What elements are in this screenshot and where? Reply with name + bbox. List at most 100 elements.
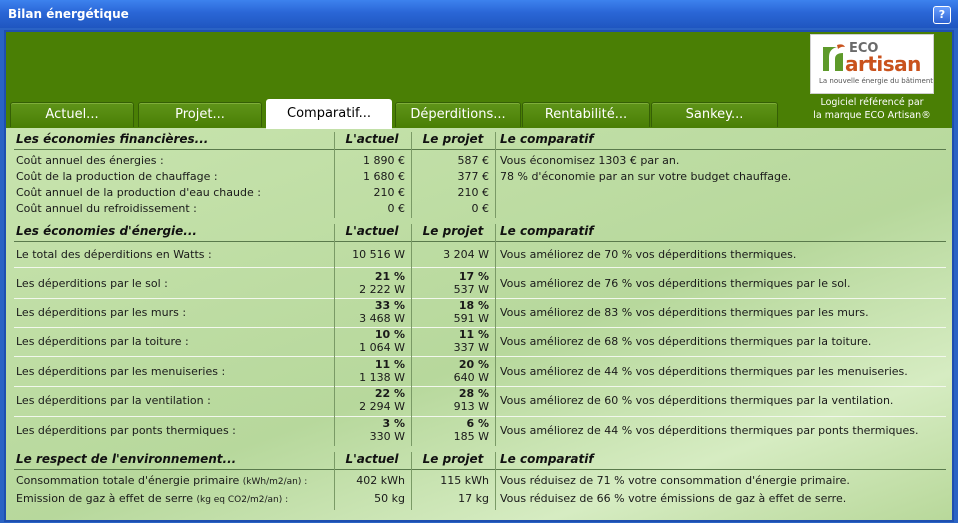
col-header-comparatif: Le comparatif xyxy=(500,132,594,146)
table-row: Les déperditions par le sol : 21 % 2 222 … xyxy=(14,270,946,298)
reference-text: Logiciel référencé par la marque ECO Art… xyxy=(813,97,931,121)
row-comparatif: Vous améliorez de 60 % vos déperditions … xyxy=(500,394,894,407)
row-projet: 0 € xyxy=(471,202,490,215)
row-actuel: 11 % 1 138 W xyxy=(359,358,405,384)
table-row: Les déperditions par la ventilation : 22… xyxy=(14,387,946,415)
row-actuel: 22 % 2 294 W xyxy=(359,387,405,413)
row-actuel: 10 516 W xyxy=(352,248,405,261)
col-header-actuel: L'actuel xyxy=(345,132,399,146)
row-projet: 115 kWh xyxy=(440,474,489,487)
tab-actuel[interactable]: Actuel... xyxy=(10,102,134,127)
row-projet: 377 € xyxy=(457,170,490,183)
row-label: Les déperditions par la toiture : xyxy=(16,335,189,348)
column-separator xyxy=(495,452,496,510)
column-separator xyxy=(334,452,335,510)
row-projet: 17 kg xyxy=(458,492,489,505)
row-actuel: 210 € xyxy=(373,186,406,199)
row-comparatif: Vous réduisez de 71 % votre consommation… xyxy=(500,474,850,487)
row-comparatif: 78 % d'économie par an sur votre budget … xyxy=(500,170,792,183)
row-label: Le total des déperditions en Watts : xyxy=(16,248,212,261)
logo-tagline: La nouvelle énergie du bâtiment xyxy=(819,77,933,85)
column-separator xyxy=(334,132,335,218)
table-row: Les déperditions par les menuiseries : 1… xyxy=(14,358,946,386)
col-header-projet: Le projet xyxy=(422,224,484,238)
row-actuel: 50 kg xyxy=(374,492,405,505)
row-actuel: 33 % 3 468 W xyxy=(359,299,405,325)
row-projet: 28 % 913 W xyxy=(453,387,489,413)
row-label: Consommation totale d'énergie primaire (… xyxy=(16,474,308,487)
environment-section-title: Le respect de l'environnement... xyxy=(16,452,237,466)
row-label: Les déperditions par la ventilation : xyxy=(16,394,211,407)
tab-deperditions[interactable]: Déperditions... xyxy=(395,102,521,127)
row-comparatif: Vous réduisez de 66 % votre émissions de… xyxy=(500,492,847,505)
financial-section-title: Les économies financières... xyxy=(16,132,209,146)
row-projet: 210 € xyxy=(457,186,490,199)
row-projet: 17 % 537 W xyxy=(453,270,489,296)
row-label: Les déperditions par les menuiseries : xyxy=(16,365,226,378)
table-row: Emission de gaz à effet de serre (kg eq … xyxy=(14,492,946,508)
tab-projet[interactable]: Projet... xyxy=(138,102,262,127)
table-row: Coût annuel des énergies : 1 890 € 587 €… xyxy=(14,154,946,170)
row-label: Coût annuel des énergies : xyxy=(16,154,164,167)
tab-rentabilite[interactable]: Rentabilité... xyxy=(522,102,650,127)
table-row: Le total des déperditions en Watts : 10 … xyxy=(14,246,946,264)
row-projet: 18 % 591 W xyxy=(453,299,489,325)
environment-header-row: Le respect de l'environnement... L'actue… xyxy=(14,452,946,468)
row-label: Coût annuel de la production d'eau chaud… xyxy=(16,186,261,199)
column-separator xyxy=(495,132,496,218)
row-comparatif: Vous économisez 1303 € par an. xyxy=(500,154,680,167)
row-projet: 20 % 640 W xyxy=(453,358,489,384)
row-projet: 587 € xyxy=(457,154,490,167)
divider xyxy=(14,149,946,150)
col-header-comparatif: Le comparatif xyxy=(500,224,594,238)
main-panel: ECO artisan La nouvelle énergie du bâtim… xyxy=(4,30,954,522)
row-label: Les déperditions par le sol : xyxy=(16,277,168,290)
row-comparatif: Vous améliorez de 83 % vos déperditions … xyxy=(500,306,869,319)
row-actuel: 10 % 1 064 W xyxy=(359,328,405,354)
row-divider xyxy=(14,267,946,268)
column-separator xyxy=(495,224,496,446)
tab-comparatif[interactable]: Comparatif... xyxy=(266,99,392,129)
col-header-projet: Le projet xyxy=(422,452,484,466)
row-label: Emission de gaz à effet de serre (kg eq … xyxy=(16,492,289,505)
energy-section-title: Les économies d'énergie... xyxy=(16,224,197,238)
column-separator xyxy=(411,452,412,510)
financial-header-row: Les économies financières... L'actuel Le… xyxy=(14,132,946,148)
row-label: Les déperditions par les murs : xyxy=(16,306,187,319)
row-comparatif xyxy=(498,186,946,202)
row-label: Les déperditions par ponts thermiques : xyxy=(16,424,236,437)
table-row: Consommation totale d'énergie primaire (… xyxy=(14,474,946,490)
row-comparatif xyxy=(498,202,946,218)
title-bar: Bilan énergétique ? xyxy=(0,0,958,28)
row-comparatif: Vous améliorez de 44 % vos déperditions … xyxy=(500,424,919,437)
divider xyxy=(14,469,946,470)
eco-artisan-logo: ECO artisan La nouvelle énergie du bâtim… xyxy=(810,34,934,94)
table-row: Coût annuel de la production d'eau chaud… xyxy=(14,186,946,202)
row-comparatif: Vous améliorez de 70 % vos déperditions … xyxy=(500,248,797,261)
window-title: Bilan énergétique xyxy=(8,7,129,21)
row-projet: 3 204 W xyxy=(443,248,489,261)
column-separator xyxy=(334,224,335,446)
row-actuel: 402 kWh xyxy=(356,474,405,487)
row-projet: 6 % 185 W xyxy=(453,417,489,443)
row-actuel: 3 % 330 W xyxy=(369,417,405,443)
col-header-comparatif: Le comparatif xyxy=(500,452,594,466)
table-row: Les déperditions par les murs : 33 % 3 46… xyxy=(14,299,946,327)
table-row: Coût de la production de chauffage : 1 6… xyxy=(14,170,946,186)
table-row: Les déperditions par ponts thermiques : … xyxy=(14,417,946,445)
row-comparatif: Vous améliorez de 68 % vos déperditions … xyxy=(500,335,872,348)
col-header-projet: Le projet xyxy=(422,132,484,146)
tab-sankey[interactable]: Sankey... xyxy=(651,102,778,127)
logo-artisan-text: artisan xyxy=(845,52,921,76)
eco-artisan-logo-icon xyxy=(823,44,845,71)
table-row: Coût annuel du refroidissement : 0 € 0 € xyxy=(14,202,946,218)
row-actuel: 1 890 € xyxy=(363,154,405,167)
row-actuel: 21 % 2 222 W xyxy=(359,270,405,296)
row-label: Coût de la production de chauffage : xyxy=(16,170,218,183)
divider xyxy=(14,241,946,242)
col-header-actuel: L'actuel xyxy=(345,452,399,466)
row-label: Coût annuel du refroidissement : xyxy=(16,202,197,215)
column-separator xyxy=(411,132,412,218)
help-button[interactable]: ? xyxy=(933,6,951,24)
row-comparatif: Vous améliorez de 76 % vos déperditions … xyxy=(500,277,851,290)
